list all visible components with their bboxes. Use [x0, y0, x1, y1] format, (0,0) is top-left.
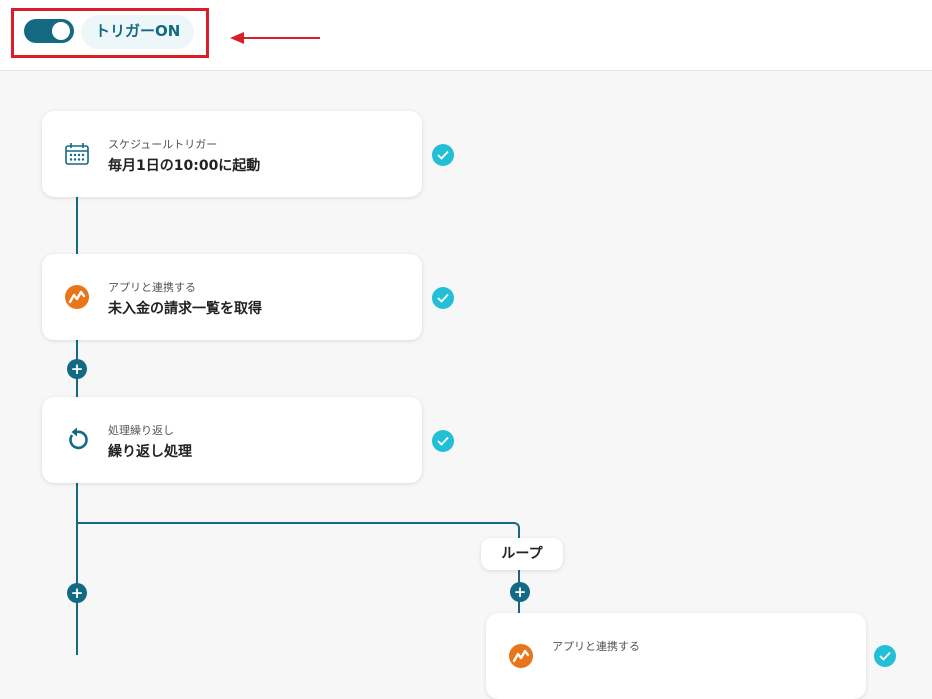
step-title: 毎月1日の10:00に起動 [108, 158, 261, 174]
add-step-button[interactable]: + [67, 359, 87, 379]
loop-label: ループ [481, 538, 563, 570]
step-card-app-in-loop[interactable]: アプリと連携する [486, 613, 866, 699]
step-type-label: 処理繰り返し [108, 424, 174, 437]
step-type-label: アプリと連携する [552, 640, 640, 653]
add-step-button[interactable]: + [67, 583, 87, 603]
money-forward-app-icon [65, 285, 89, 309]
top-bar: トリガーON [0, 0, 932, 71]
step-title: 未入金の請求一覧を取得 [108, 301, 262, 317]
step-card-schedule-trigger[interactable]: スケジュールトリガー 毎月1日の10:00に起動 [42, 111, 422, 197]
add-loop-step-button[interactable]: + [510, 582, 530, 602]
step-title: 繰り返し処理 [108, 444, 192, 460]
calendar-schedule-icon [65, 143, 89, 165]
connector-line [76, 196, 78, 258]
check-icon [432, 430, 454, 452]
check-icon [874, 645, 896, 667]
toggle-knob [52, 22, 70, 40]
trigger-status-label: トリガーON [81, 15, 195, 49]
loop-branch-line [76, 522, 514, 524]
trigger-toggle[interactable] [24, 19, 74, 43]
step-type-label: スケジュールトリガー [108, 138, 218, 151]
step-type-label: アプリと連携する [108, 281, 196, 294]
step-card-loop[interactable]: 処理繰り返し 繰り返し処理 [42, 397, 422, 483]
repeat-icon [69, 427, 88, 450]
red-arrow-annotation [230, 32, 320, 44]
check-icon [432, 144, 454, 166]
money-forward-app-icon [509, 644, 533, 668]
check-icon [432, 287, 454, 309]
connector-line [76, 482, 78, 655]
step-card-app-get-invoices[interactable]: アプリと連携する 未入金の請求一覧を取得 [42, 254, 422, 340]
